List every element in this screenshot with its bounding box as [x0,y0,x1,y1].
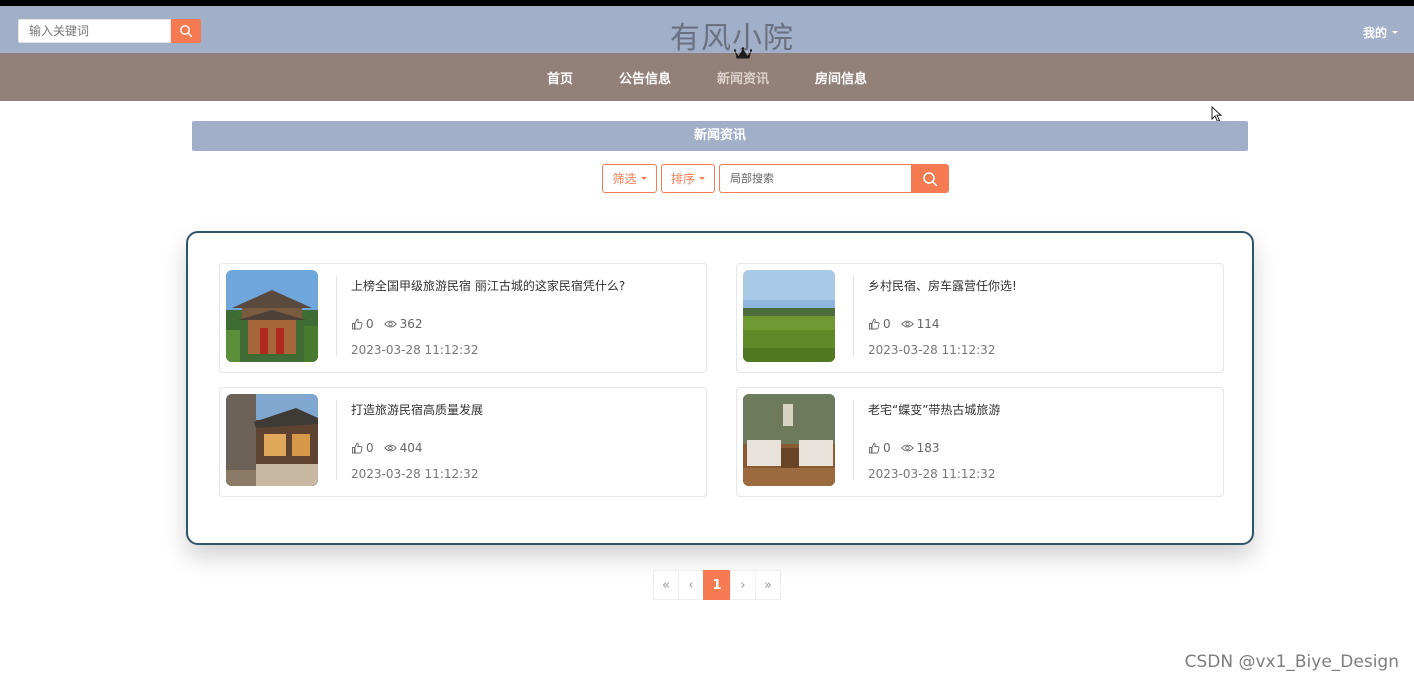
search-icon [923,171,938,186]
like-count[interactable]: 0 [351,317,374,331]
chevron-down-icon [1392,31,1398,34]
site-title: 有风小院 [670,21,794,56]
eye-icon [383,320,397,328]
news-date: 2023-03-28 11:12:32 [868,467,996,481]
main-nav: 首页 公告信息 新闻资讯 房间信息 [0,46,1414,101]
news-card[interactable]: 乡村民宿、房车露营任你选! 0 114 2023-03-28 11:12:32 [736,263,1224,373]
card-divider [853,276,854,356]
user-menu-label: 我的 [1362,26,1387,40]
prev-page-button[interactable]: ‹ [678,570,704,600]
chevron-down-icon [640,177,647,180]
view-count-value: 114 [916,317,940,331]
news-title[interactable]: 上榜全国甲级旅游民宿 丽江古城的这家民宿凭什么? [351,277,625,294]
chevron-down-icon [699,177,705,180]
eye-icon [900,320,914,328]
news-thumbnail [226,394,318,486]
news-thumbnail [226,270,318,362]
local-search-input[interactable] [719,164,911,193]
news-stats: 0 114 [868,317,950,331]
filter-toolbar: 筛选 排序 [602,164,949,193]
user-menu[interactable]: 我的 [1363,24,1398,41]
thumbs-up-icon [352,318,363,330]
nav-item-label: 房间信息 [815,71,868,87]
card-divider [336,276,337,356]
section-title-bar: 新闻资讯 [192,121,1248,151]
view-count-value: 404 [399,441,423,455]
nav-item-label: 首页 [546,71,573,87]
nav-item-label: 新闻资讯 [717,71,770,87]
thumbs-up-icon [352,442,363,454]
like-count-value: 0 [366,317,374,331]
pagination: « ‹ 1 › » [653,570,781,600]
view-count-value: 183 [916,441,940,455]
like-count[interactable]: 0 [868,317,891,331]
filter-label: 筛选 [612,172,637,186]
filter-dropdown-button[interactable]: 筛选 [602,164,657,193]
news-thumbnail [743,270,835,362]
view-count: 183 [900,441,940,455]
news-date: 2023-03-28 11:12:32 [351,343,479,357]
like-count-value: 0 [883,441,891,455]
news-title[interactable]: 老宅“蝶变”带热古城旅游 [868,401,1000,418]
nav-item-news[interactable]: 新闻资讯 [717,46,770,87]
news-card[interactable]: 打造旅游民宿高质量发展 0 404 2023-03-28 11:12:32 [219,387,707,497]
view-count-value: 362 [399,317,423,331]
sort-dropdown-button[interactable]: 排序 [661,164,715,193]
like-count[interactable]: 0 [351,441,374,455]
site-header: 有风小院 我的 [0,6,1414,56]
view-count: 114 [900,317,940,331]
news-title[interactable]: 乡村民宿、房车露营任你选! [868,277,1017,294]
like-count-value: 0 [366,441,374,455]
nav-item-label: 公告信息 [618,71,671,87]
local-search-button[interactable] [911,164,949,193]
like-count[interactable]: 0 [868,441,891,455]
nav-item-notices[interactable]: 公告信息 [619,68,671,87]
news-card[interactable]: 老宅“蝶变”带热古城旅游 0 183 2023-03-28 11:12:32 [736,387,1224,497]
nav-item-rooms[interactable]: 房间信息 [815,68,867,87]
news-title[interactable]: 打造旅游民宿高质量发展 [351,401,483,418]
current-page-button[interactable]: 1 [703,570,731,600]
news-stats: 0 404 [351,441,433,455]
next-page-button[interactable]: › [730,570,756,600]
sort-label: 排序 [670,172,695,186]
card-divider [336,400,337,480]
first-page-button[interactable]: « [653,570,679,600]
thumbs-up-icon [869,442,880,454]
last-page-button[interactable]: » [755,570,781,600]
news-date: 2023-03-28 11:12:32 [351,467,479,481]
news-list-panel: 上榜全国甲级旅游民宿 丽江古城的这家民宿凭什么? 0 362 2023-03-2… [186,231,1254,545]
like-count-value: 0 [883,317,891,331]
nav-item-home[interactable]: 首页 [547,68,573,87]
crown-icon [734,46,752,58]
news-thumbnail [743,394,835,486]
news-stats: 0 183 [868,441,950,455]
news-stats: 0 362 [351,317,433,331]
view-count: 404 [383,441,423,455]
news-date: 2023-03-28 11:12:32 [868,343,996,357]
thumbs-up-icon [869,318,880,330]
eye-icon [383,444,397,452]
watermark: CSDN @vx1_Biye_Design [1184,652,1399,672]
eye-icon [900,444,914,452]
view-count: 362 [383,317,423,331]
card-divider [853,400,854,480]
news-card[interactable]: 上榜全国甲级旅游民宿 丽江古城的这家民宿凭什么? 0 362 2023-03-2… [219,263,707,373]
